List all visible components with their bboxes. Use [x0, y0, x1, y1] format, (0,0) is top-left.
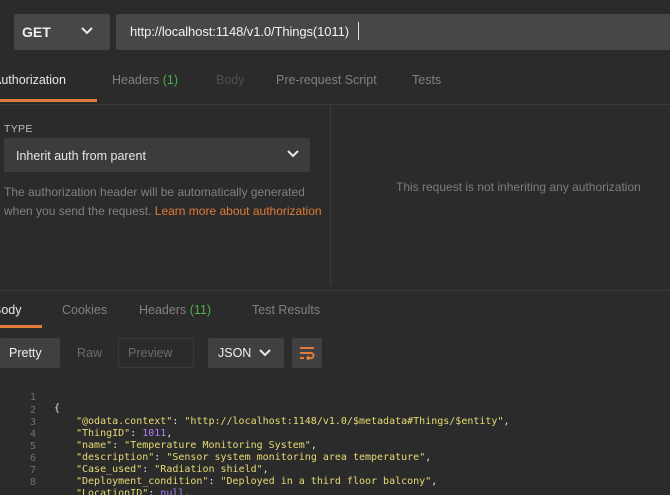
json-value: "Temperature Monitoring System" [124, 440, 311, 451]
auth-inherit-note: This request is not inheriting any autho… [396, 180, 641, 194]
json-value: 1011 [142, 428, 167, 439]
headers-count-badge: (1) [162, 73, 179, 87]
line-content: "@odata.context": "http://localhost:1148… [76, 416, 510, 427]
line-content: "description": "Sensor system monitoring… [76, 452, 432, 463]
chevron-down-icon [81, 27, 93, 35]
json-value: "Sensor system monitoring area temperatu… [166, 452, 426, 463]
tab-response-body[interactable]: Body [0, 303, 22, 317]
response-headers-count-badge: (11) [189, 303, 212, 317]
preview-label: Preview [128, 346, 173, 360]
json-value: null [160, 488, 185, 495]
tab-cookies[interactable]: Cookies [62, 303, 107, 317]
json-key: "ThingID" [76, 428, 131, 439]
tab-body[interactable]: Body [216, 73, 245, 87]
code-line: 1 { [0, 381, 60, 414]
auth-type-value: Inherit auth from parent [16, 149, 146, 163]
auth-help-text: The authorization header will be automat… [4, 183, 324, 220]
tab-response-headers[interactable]: Headers (11) [139, 303, 211, 317]
line-content: "name": "Temperature Monitoring System", [76, 440, 317, 451]
learn-more-link[interactable]: Learn more about authorization [155, 204, 322, 218]
line-content: { [54, 403, 60, 414]
tab-authorization[interactable]: Authorization [0, 73, 66, 87]
tab-prerequest-script[interactable]: Pre-request Script [276, 73, 377, 87]
line-number: 8 [29, 477, 36, 488]
tab-headers[interactable]: Headers (1) [112, 73, 178, 87]
json-key: "Deployment_condition" [76, 476, 209, 487]
text-cursor [358, 22, 359, 40]
line-content: "ThingID": 1011, [76, 428, 173, 439]
chevron-down-icon [287, 150, 299, 158]
json-value: "Deployed in a third floor balcony" [220, 476, 432, 487]
line-content: "LocationID": null, [76, 488, 190, 495]
auth-type-label: TYPE [4, 123, 33, 135]
panel-divider [330, 105, 331, 285]
json-brace: { [54, 403, 61, 414]
pretty-label: Pretty [9, 346, 42, 360]
json-key: "@odata.context" [76, 416, 173, 427]
tab-headers-label: Headers [112, 73, 160, 87]
json-key: "Case_used" [76, 464, 143, 475]
url-value[interactable]: http://localhost:1148/v1.0/Things(1011) [130, 24, 349, 39]
tab-tests[interactable]: Tests [412, 73, 441, 87]
json-key: "description" [76, 452, 155, 463]
active-tab-indicator [0, 99, 97, 102]
method-label: GET [22, 24, 51, 40]
active-response-tab-indicator [0, 325, 42, 328]
tab-test-results[interactable]: Test Results [252, 303, 320, 317]
json-key: "name" [76, 440, 113, 451]
json-value: "http://localhost:1148/v1.0/$metadata#Th… [184, 416, 504, 427]
response-code-viewer[interactable]: 1 { 2 "@odata.context": "http://localhos… [0, 378, 670, 495]
json-value: "Radiation shield" [154, 464, 263, 475]
code-line: 8 "LocationID": null, [0, 466, 190, 495]
line-content: "Deployment_condition": "Deployed in a t… [76, 476, 438, 487]
wrap-lines-icon [300, 347, 315, 361]
line-content: "Case_used": "Radiation shield", [76, 464, 269, 475]
raw-button[interactable]: Raw [77, 346, 102, 360]
json-key: "LocationID" [76, 488, 149, 495]
format-value: JSON [218, 346, 252, 360]
tab-response-headers-label: Headers [139, 303, 187, 317]
chevron-down-icon [259, 349, 271, 357]
